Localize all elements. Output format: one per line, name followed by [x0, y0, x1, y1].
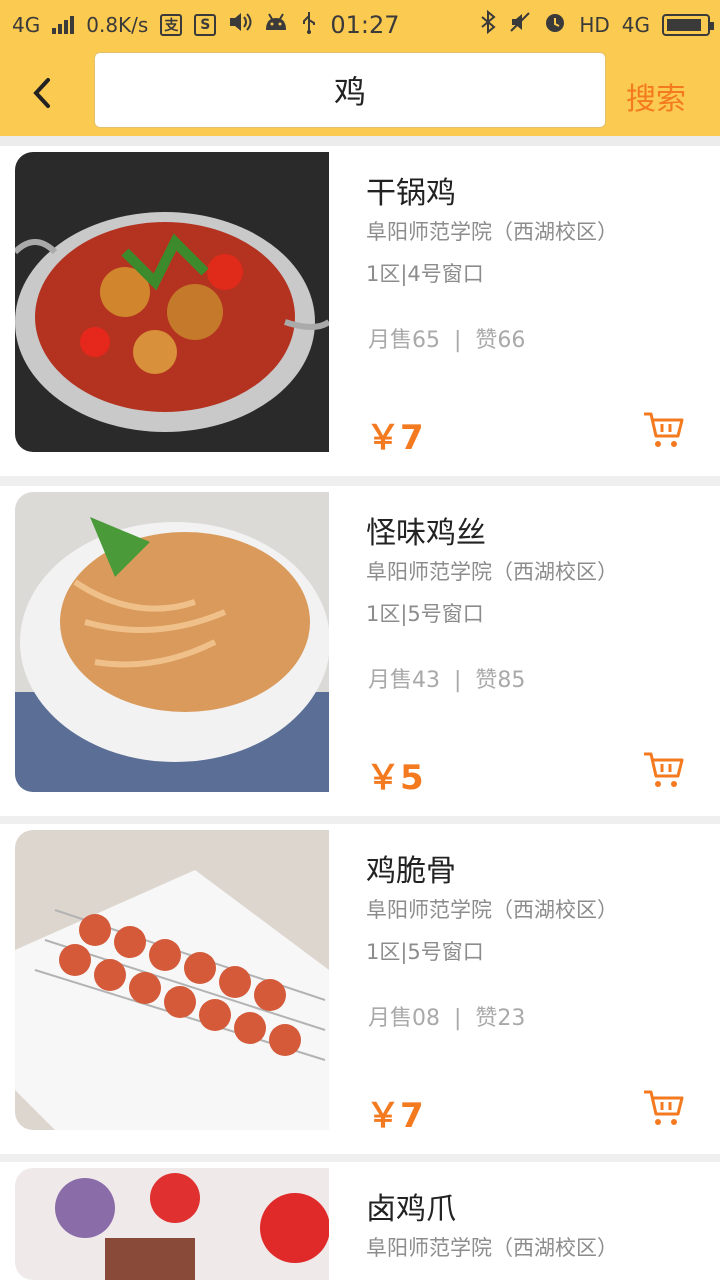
dish-school: 阜阳师范学院（西湖校区）: [366, 220, 618, 244]
battery-icon: [662, 13, 714, 36]
stats-separator: |: [454, 1006, 462, 1031]
likes-count: 赞85: [475, 668, 526, 693]
dish-image: [15, 152, 329, 452]
cart-icon: [644, 412, 684, 447]
network-right-label: 4G: [621, 12, 650, 37]
dish-stats: 月售43 | 赞85: [368, 662, 525, 694]
monthly-sales: 月售43: [368, 668, 440, 693]
monthly-sales: 月售65: [368, 328, 440, 353]
speed-label: 0.8K/s: [86, 12, 149, 37]
back-button[interactable]: [22, 68, 62, 118]
cart-icon: [644, 1090, 684, 1125]
mute-icon: [509, 11, 531, 38]
stats-separator: |: [454, 328, 462, 353]
list-item[interactable]: 怪味鸡丝 阜阳师范学院（西湖校区） 1区|5号窗口 月售43 | 赞85 ￥5: [0, 486, 720, 816]
list-item[interactable]: 鸡脆骨 阜阳师范学院（西湖校区） 1区|5号窗口 月售08 | 赞23 ￥7: [0, 824, 720, 1154]
status-bar: 4G 0.8K/s 支 S 01:27 HD 4G: [0, 0, 720, 50]
dish-school: 阜阳师范学院（西湖校区）: [366, 560, 618, 584]
dish-title: 干锅鸡: [366, 176, 456, 211]
dish-price: ￥7: [366, 418, 424, 458]
network-label: 4G: [12, 12, 41, 37]
add-to-cart-button[interactable]: [642, 750, 684, 790]
dish-price: ￥7: [366, 1096, 424, 1136]
list-item[interactable]: 卤鸡爪 阜阳师范学院（西湖校区）: [0, 1162, 720, 1280]
dish-title: 卤鸡爪: [366, 1192, 456, 1227]
likes-count: 赞23: [475, 1006, 526, 1031]
android-icon: [264, 12, 288, 37]
search-input[interactable]: 鸡: [94, 52, 606, 128]
bluetooth-icon: [479, 9, 497, 39]
dish-window: 1区|4号窗口: [366, 262, 484, 286]
cart-icon: [644, 752, 684, 787]
alarm-icon: [543, 10, 567, 39]
dish-title: 怪味鸡丝: [366, 516, 486, 551]
dish-window: 1区|5号窗口: [366, 940, 484, 964]
dish-price: ￥5: [366, 758, 424, 798]
app-notification-icon: 支: [160, 13, 183, 36]
dish-image: [15, 830, 329, 1130]
volume-icon: [228, 11, 252, 38]
dish-stats: 月售08 | 赞23: [368, 1000, 525, 1032]
chevron-left-icon: [33, 78, 50, 108]
dish-school: 阜阳师范学院（西湖校区）: [366, 898, 618, 922]
dish-title: 鸡脆骨: [366, 854, 456, 889]
dish-window: 1区|5号窗口: [366, 602, 484, 626]
dish-school: 阜阳师范学院（西湖校区）: [366, 1236, 618, 1260]
search-button[interactable]: 搜索: [626, 74, 686, 118]
dish-image: [15, 492, 329, 792]
clock-time: 01:27: [330, 10, 400, 39]
add-to-cart-button[interactable]: [642, 1088, 684, 1128]
s-app-icon: S: [194, 13, 217, 36]
hd-label: HD: [579, 12, 610, 37]
add-to-cart-button[interactable]: [642, 410, 684, 450]
signal-icon: [52, 15, 75, 34]
list-item[interactable]: 干锅鸡 阜阳师范学院（西湖校区） 1区|4号窗口 月售65 | 赞66 ￥7: [0, 146, 720, 476]
stats-separator: |: [454, 668, 462, 693]
dish-stats: 月售65 | 赞66: [368, 322, 525, 354]
monthly-sales: 月售08: [368, 1006, 440, 1031]
likes-count: 赞66: [475, 328, 526, 353]
dish-image: [15, 1168, 329, 1280]
usb-icon: [300, 10, 318, 39]
top-bar: 4G 0.8K/s 支 S 01:27 HD 4G 鸡 搜索: [0, 0, 720, 136]
divider: [0, 136, 720, 146]
